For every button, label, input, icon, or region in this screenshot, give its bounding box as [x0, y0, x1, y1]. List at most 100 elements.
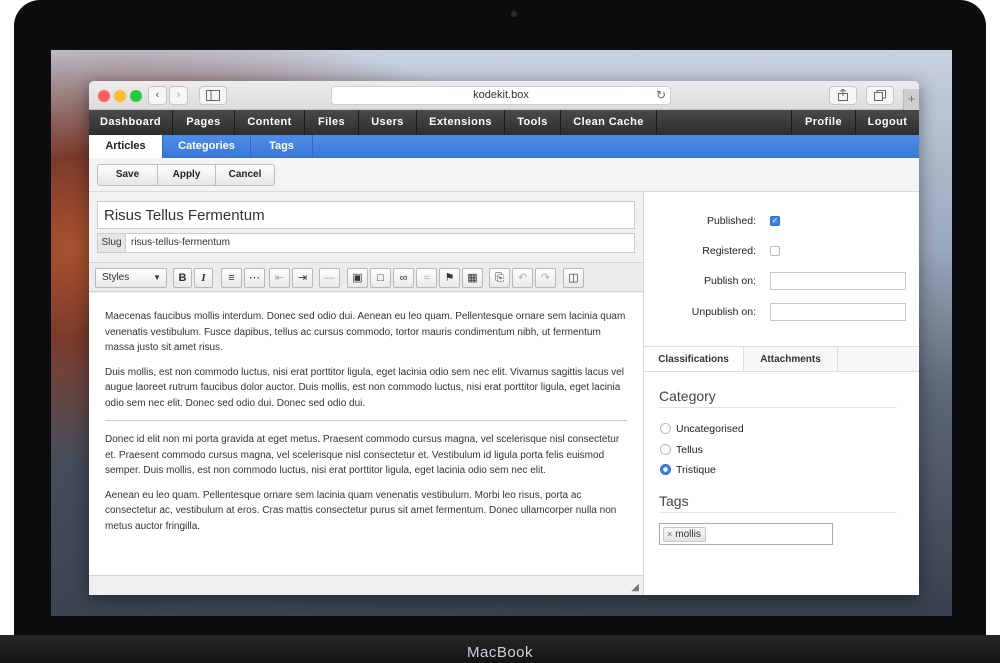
- radio-tellus[interactable]: [660, 444, 671, 455]
- unlink-icon: ≈: [423, 272, 430, 284]
- registered-row: Registered:: [644, 242, 919, 260]
- redo-icon: ↷: [540, 272, 551, 284]
- nav-content[interactable]: Content: [235, 110, 305, 135]
- side-tabs: Classifications Attachments: [644, 346, 919, 372]
- styles-dropdown[interactable]: Styles ▼: [95, 268, 167, 288]
- nav-pages[interactable]: Pages: [173, 110, 235, 135]
- outdent-button[interactable]: ⇤: [269, 268, 290, 288]
- link-icon: ∞: [399, 272, 408, 284]
- ordered-list-button[interactable]: ≡: [221, 268, 242, 288]
- tag-chip: × mollis: [663, 527, 706, 542]
- bold-button[interactable]: B: [173, 268, 192, 288]
- nav-dashboard[interactable]: Dashboard: [89, 110, 173, 135]
- chevron-left-icon: ‹: [155, 89, 160, 101]
- nav-logout[interactable]: Logout: [855, 110, 919, 135]
- caret-down-icon: ▼: [153, 273, 161, 282]
- slug-field: Slug risus-tellus-fermentum: [97, 233, 635, 253]
- share-icon: [838, 88, 848, 101]
- paste-icon: ⎘: [495, 272, 504, 284]
- horizontal-rule-button[interactable]: ―: [319, 268, 340, 288]
- editor-content[interactable]: Maecenas faucibus mollis interdum. Donec…: [89, 293, 643, 575]
- editor-statusbar: ◢: [89, 575, 643, 595]
- unpublish-on-label: Unpublish on:: [691, 306, 756, 318]
- registered-label: Registered:: [702, 245, 756, 257]
- radio-tristique[interactable]: [660, 464, 671, 475]
- outdent-icon: ⇤: [274, 272, 285, 284]
- published-checkbox[interactable]: ✓: [770, 216, 780, 226]
- insert-link-button[interactable]: ∞: [393, 268, 414, 288]
- read-more-divider: [105, 420, 627, 421]
- registered-checkbox[interactable]: [770, 246, 780, 256]
- tab-articles[interactable]: Articles: [89, 135, 163, 158]
- radio-label: Tellus: [676, 444, 703, 456]
- published-label: Published:: [706, 215, 756, 227]
- back-button[interactable]: ‹: [148, 86, 167, 105]
- insert-table-button[interactable]: ▦: [462, 268, 483, 288]
- title-input[interactable]: Risus Tellus Fermentum: [97, 201, 635, 229]
- nav-files[interactable]: Files: [305, 110, 359, 135]
- publish-on-input[interactable]: [770, 272, 906, 290]
- sidebar-icon: [206, 90, 220, 101]
- chevron-right-icon: ›: [176, 89, 181, 101]
- horizontal-rule-icon: ―: [324, 272, 335, 284]
- browser-window: ‹ › kodekit.box ↻ + Dashboard Pages Cont…: [89, 81, 919, 595]
- apply-button[interactable]: Apply: [158, 165, 216, 185]
- remove-tag-icon[interactable]: ×: [667, 529, 672, 539]
- indent-button[interactable]: ⇥: [292, 268, 313, 288]
- undo-icon: ↶: [517, 272, 528, 284]
- minimize-window-button[interactable]: [114, 90, 126, 102]
- file-icon: □: [377, 272, 384, 284]
- tab-categories[interactable]: Categories: [163, 135, 251, 158]
- source-button[interactable]: ◫: [563, 268, 584, 288]
- paragraph-2: Duis mollis, est non commodo luctus, nis…: [105, 366, 624, 409]
- source-icon: ◫: [568, 272, 579, 284]
- nav-profile[interactable]: Profile: [791, 110, 855, 135]
- new-tab-button[interactable]: +: [903, 89, 919, 110]
- address-bar[interactable]: kodekit.box ↻: [331, 86, 671, 105]
- slug-input[interactable]: risus-tellus-fermentum: [126, 234, 230, 252]
- tab-classifications[interactable]: Classifications: [644, 347, 744, 371]
- forward-button[interactable]: ›: [169, 86, 188, 105]
- nav-users[interactable]: Users: [359, 110, 417, 135]
- redo-button[interactable]: ↷: [535, 268, 556, 288]
- show-tabs-button[interactable]: [866, 86, 894, 105]
- tab-attachments[interactable]: Attachments: [744, 347, 838, 371]
- brand-label: MacBook: [466, 644, 534, 661]
- tabs-icon: [874, 90, 886, 101]
- italic-button[interactable]: I: [194, 268, 213, 288]
- tags-input[interactable]: × mollis: [659, 523, 833, 545]
- paste-button[interactable]: ⎘: [489, 268, 510, 288]
- tag-label: mollis: [675, 529, 701, 540]
- action-button-group: Save Apply Cancel: [97, 164, 275, 186]
- close-window-button[interactable]: [98, 90, 110, 102]
- sidebar-toggle-button[interactable]: [199, 86, 227, 105]
- unordered-list-button[interactable]: ⋯: [244, 268, 265, 288]
- nav-tools[interactable]: Tools: [505, 110, 561, 135]
- published-row: Published: ✓: [644, 212, 919, 230]
- editor-toolbar: Styles ▼ B I ≡ ⋯ ⇤ ⇥ ― ▣ □ ∞ ≈ ⚑ ▦ ⎘ ↶ ↷…: [89, 262, 643, 292]
- resize-handle-icon[interactable]: ◢: [631, 582, 639, 593]
- reload-icon[interactable]: ↻: [656, 87, 666, 104]
- unlink-button[interactable]: ≈: [416, 268, 437, 288]
- nav-clean-cache[interactable]: Clean Cache: [561, 110, 657, 135]
- top-navigation: Dashboard Pages Content Files Users Exte…: [89, 110, 919, 135]
- nav-extensions[interactable]: Extensions: [417, 110, 505, 135]
- undo-button[interactable]: ↶: [512, 268, 533, 288]
- zoom-window-button[interactable]: [130, 90, 142, 102]
- insert-file-button[interactable]: □: [370, 268, 391, 288]
- browser-titlebar: ‹ › kodekit.box ↻ +: [89, 81, 919, 110]
- share-button[interactable]: [829, 86, 857, 105]
- radio-uncategorised[interactable]: [660, 423, 671, 434]
- side-panel: Published: ✓ Registered: Publish on: Unp…: [643, 192, 919, 595]
- save-button[interactable]: Save: [98, 165, 158, 185]
- ordered-list-icon: ≡: [228, 272, 235, 284]
- sub-navigation: Articles Categories Tags: [89, 135, 919, 158]
- paragraph-4: Aenean eu leo quam. Pellentesque ornare …: [105, 489, 617, 532]
- unpublish-on-input[interactable]: [770, 303, 906, 321]
- paragraph-3: Donec id elit non mi porta gravida at eg…: [105, 434, 620, 476]
- anchor-button[interactable]: ⚑: [439, 268, 460, 288]
- tab-tags[interactable]: Tags: [251, 135, 313, 158]
- cancel-button[interactable]: Cancel: [216, 165, 274, 185]
- publish-on-row: Publish on:: [644, 272, 919, 290]
- insert-image-button[interactable]: ▣: [347, 268, 368, 288]
